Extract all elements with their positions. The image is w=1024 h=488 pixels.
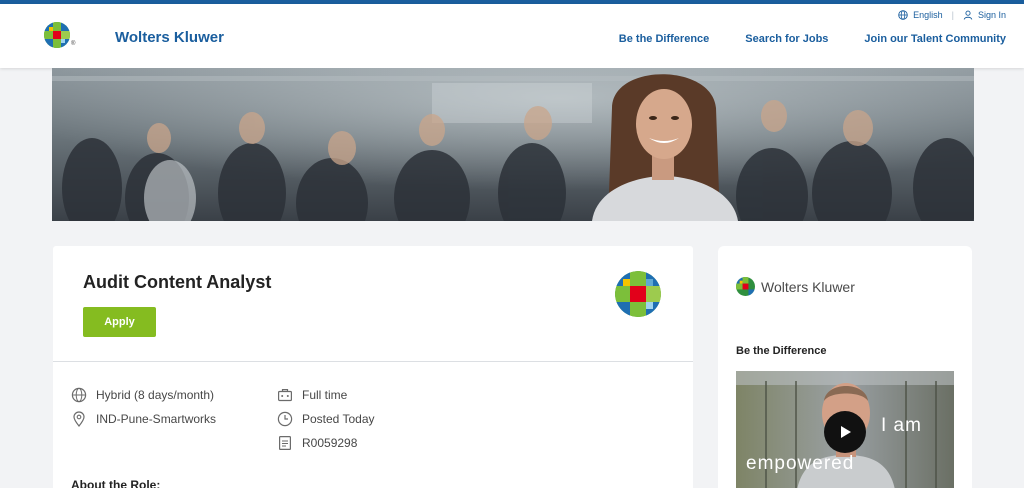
sign-in-link[interactable]: Sign In	[978, 10, 1006, 20]
video-player[interactable]: I am empowered	[736, 371, 954, 488]
brand-name[interactable]: Wolters Kluwer	[115, 29, 224, 46]
requisition-id: R0059298	[277, 435, 357, 451]
site-header: ® Wolters Kluwer English | Sign In Be th…	[0, 4, 1024, 68]
briefcase-icon	[278, 389, 293, 402]
user-icon	[963, 10, 973, 20]
work-mode-text: Hybrid (8 days/month)	[96, 388, 215, 402]
utility-bar: English | Sign In	[898, 10, 1006, 20]
location-pin-icon	[73, 411, 85, 427]
registered-mark: ®	[71, 41, 76, 47]
posted-date: Posted Today	[277, 411, 375, 427]
main-nav: Be the Difference Search for Jobs Join o…	[583, 33, 1006, 45]
sidebar-brand-name: Wolters Kluwer	[761, 279, 855, 295]
document-icon	[278, 436, 292, 451]
job-details-card: Audit Content Analyst Apply Hybrid (8 da…	[53, 246, 693, 488]
work-mode: Hybrid (8 days/month)	[71, 387, 214, 403]
globe-icon	[898, 10, 908, 20]
play-button[interactable]	[824, 411, 866, 453]
sidebar-card: Wolters Kluwer Be the Difference I am em…	[718, 246, 972, 488]
apply-button[interactable]: Apply	[83, 307, 156, 337]
requisition-text: R0059298	[302, 436, 358, 450]
nav-be-the-difference[interactable]: Be the Difference	[619, 33, 709, 45]
language-selector[interactable]: English	[913, 10, 943, 20]
job-location: IND-Pune-Smartworks	[71, 411, 216, 427]
video-caption-line-1: I am	[881, 415, 922, 436]
hero-banner-image	[52, 68, 974, 221]
posted-text: Posted Today	[302, 412, 375, 426]
utility-divider: |	[951, 10, 954, 20]
nav-search-for-jobs[interactable]: Search for Jobs	[745, 33, 828, 45]
company-logo	[615, 271, 661, 317]
sidebar-section-title: Be the Difference	[736, 345, 827, 357]
globe-icon	[71, 387, 87, 403]
clock-icon	[277, 411, 293, 427]
job-title: Audit Content Analyst	[83, 272, 272, 292]
wolters-kluwer-logo[interactable]	[44, 22, 70, 48]
about-role-heading: About the Role:	[71, 478, 161, 488]
video-caption-line-2: empowered	[746, 453, 855, 474]
section-divider	[53, 361, 693, 362]
nav-join-talent-community[interactable]: Join our Talent Community	[864, 33, 1006, 45]
employment-type: Full time	[277, 387, 347, 403]
play-icon	[841, 426, 851, 438]
wolters-kluwer-logo	[736, 277, 755, 296]
employment-type-text: Full time	[302, 388, 348, 402]
location-text: IND-Pune-Smartworks	[96, 412, 217, 426]
